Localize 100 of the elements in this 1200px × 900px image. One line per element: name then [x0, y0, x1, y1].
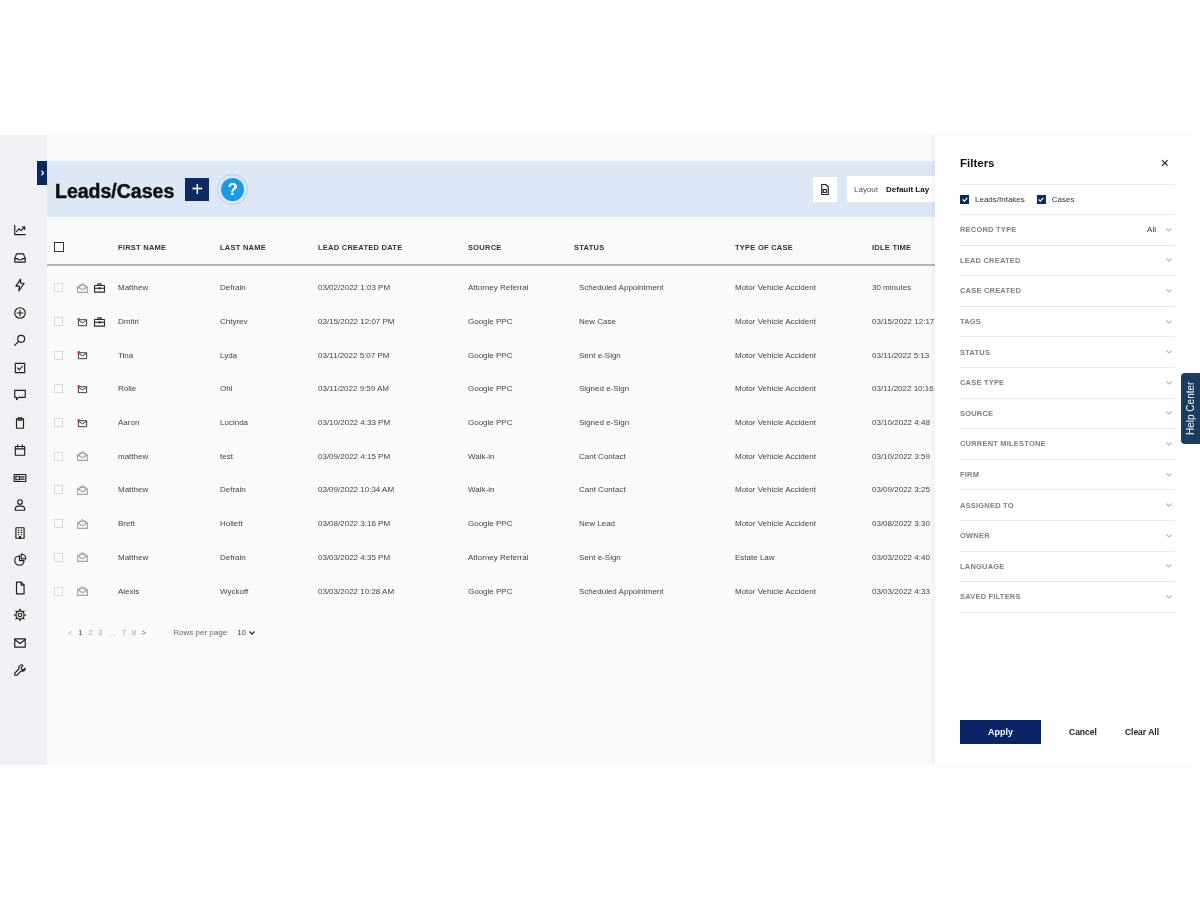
row-checkbox[interactable] — [54, 384, 63, 394]
row-checkbox[interactable] — [54, 485, 63, 495]
row-checkbox[interactable] — [54, 552, 63, 562]
calendar-icon[interactable] — [13, 443, 27, 457]
table-cell: Motor Vehicle Accident — [735, 384, 816, 394]
chevron-down-icon[interactable] — [1166, 564, 1172, 569]
table-cell: Scheduled Appointment — [579, 586, 664, 596]
export-button[interactable] — [813, 176, 837, 202]
table-cell: Ohl — [220, 384, 233, 394]
checkbox[interactable] — [1036, 195, 1046, 204]
chevron-down-icon[interactable] — [1166, 380, 1172, 385]
table-cell: 03/11/2022 9:59 AM — [318, 384, 390, 394]
person-icon[interactable] — [13, 498, 27, 512]
text-button[interactable]: Cancel — [1061, 723, 1105, 741]
help-center-tab[interactable]: Help Center — [1181, 373, 1200, 444]
lightning-icon[interactable] — [13, 278, 27, 292]
table-cell: Matthew — [118, 552, 149, 562]
next-page-button[interactable]: > — [141, 627, 147, 638]
table-cell: Walk-in — [468, 485, 495, 495]
chevron-down-icon[interactable] — [1166, 594, 1172, 599]
table-cell: 03/10/2022 4:33 PM — [318, 418, 391, 428]
checkbox-label[interactable]: Leads/Intakes — [975, 195, 1025, 204]
select-all-checkbox[interactable] — [54, 242, 64, 252]
table-cell: Google PPC — [468, 519, 513, 529]
row-checkbox[interactable] — [54, 317, 63, 327]
document-icon[interactable] — [13, 580, 27, 595]
search-icon[interactable] — [13, 333, 27, 347]
table-cell: Google PPC — [468, 418, 513, 428]
row-checkbox[interactable] — [54, 418, 63, 428]
table-cell: Signed e-Sign — [579, 384, 630, 394]
table-cell: Motor Vehicle Accident — [735, 485, 816, 495]
layout-dropdown[interactable]: Layout Default Lay — [847, 176, 935, 202]
table-cell: Aaron — [118, 418, 140, 428]
table-cell: Walk-in — [468, 451, 495, 461]
chevron-down-icon[interactable] — [1166, 289, 1172, 293]
table-cell: Sent e-Sign — [579, 350, 621, 360]
chevron-down-icon[interactable] — [1166, 350, 1172, 355]
chevron-down-icon[interactable] — [1166, 441, 1172, 446]
table-cell: Motor Vehicle Accident — [735, 586, 816, 596]
table-cell: Dmitri — [118, 317, 139, 327]
expand-sidebar-button[interactable] — [37, 161, 47, 185]
table-cell: Defrain — [220, 283, 246, 293]
line-chart-icon[interactable] — [13, 223, 27, 237]
chevron-down-icon[interactable] — [1166, 411, 1172, 416]
table-cell: Matthew — [118, 485, 149, 495]
building-icon[interactable] — [13, 525, 27, 540]
close-button[interactable]: × — [1160, 155, 1169, 170]
table-cell: Sent e-Sign — [579, 552, 621, 562]
page-title: Leads/Cases — [55, 179, 175, 203]
envelope-icon[interactable] — [13, 635, 27, 650]
row-checkbox[interactable] — [54, 451, 63, 461]
gear-icon[interactable] — [13, 608, 27, 622]
chevron-down-icon[interactable] — [1166, 533, 1172, 538]
plus-circle-icon[interactable] — [13, 305, 27, 320]
pie-chart-icon[interactable] — [13, 553, 27, 567]
chevron-down-icon[interactable] — [1166, 227, 1172, 232]
table-cell: 03/15/2022 12:07 PM — [318, 317, 395, 327]
table-cell: Google PPC — [468, 586, 513, 596]
table-cell: Motor Vehicle Accident — [735, 418, 816, 428]
checked-box-icon[interactable] — [13, 360, 27, 375]
chevron-down-icon[interactable] — [1166, 258, 1172, 263]
row-checkbox[interactable] — [54, 283, 63, 293]
add-button[interactable]: + — [185, 177, 210, 201]
table-cell: Scheduled Appointment — [579, 283, 664, 293]
clipboard-icon[interactable] — [13, 415, 27, 430]
checkbox[interactable] — [960, 195, 969, 204]
text-button[interactable]: Clear All — [1116, 723, 1168, 741]
primary-button[interactable]: Apply — [960, 720, 1041, 744]
row-checkbox[interactable] — [54, 519, 63, 529]
table-cell: New Case — [579, 317, 616, 327]
table-cell: New Lead — [579, 519, 616, 529]
inbox-tray-icon[interactable] — [13, 250, 27, 265]
row-checkbox[interactable] — [54, 586, 63, 596]
wrench-icon[interactable] — [13, 663, 27, 677]
checkbox-label[interactable]: Cases — [1051, 195, 1075, 204]
chevron-down-icon[interactable] — [1166, 319, 1172, 324]
table-cell: 03/11/2022 5:07 PM — [318, 350, 390, 360]
chevron-down-icon[interactable] — [1166, 472, 1172, 477]
table-cell: 03/02/2022 1:03 PM — [318, 283, 391, 293]
chat-bubble-icon[interactable] — [13, 388, 27, 402]
table-cell: 03/09/2022 3:25 — [872, 485, 930, 495]
caret-down-icon — [249, 630, 255, 635]
table-cell: 03/11/2022 10:16 — [872, 384, 934, 394]
table-cell: Chtyrev — [220, 317, 248, 327]
table-cell: Motor Vehicle Accident — [735, 519, 816, 529]
table-cell: 03/03/2022 4:35 PM — [318, 552, 391, 562]
page-button[interactable]: 1 — [78, 627, 83, 638]
table-cell: Attorney Referral — [468, 552, 529, 562]
panel-title: Filters — [960, 156, 995, 169]
table-cell: 03/03/2022 4:40 — [872, 552, 930, 562]
table-cell: Hollett — [220, 519, 243, 529]
table-cell: Rolle — [118, 384, 137, 394]
rows-per-page-dropdown[interactable]: 10 — [237, 628, 255, 638]
chevron-down-icon[interactable] — [1166, 503, 1172, 508]
table-cell: Google PPC — [468, 317, 513, 327]
table-cell: 03/03/2022 4:33 — [872, 586, 930, 596]
table-cell: Alexis — [118, 586, 140, 596]
table-cell: Motor Vehicle Accident — [735, 451, 816, 461]
row-checkbox[interactable] — [54, 350, 63, 360]
table-cell: 03/09/2022 10:34 AM — [318, 485, 395, 495]
